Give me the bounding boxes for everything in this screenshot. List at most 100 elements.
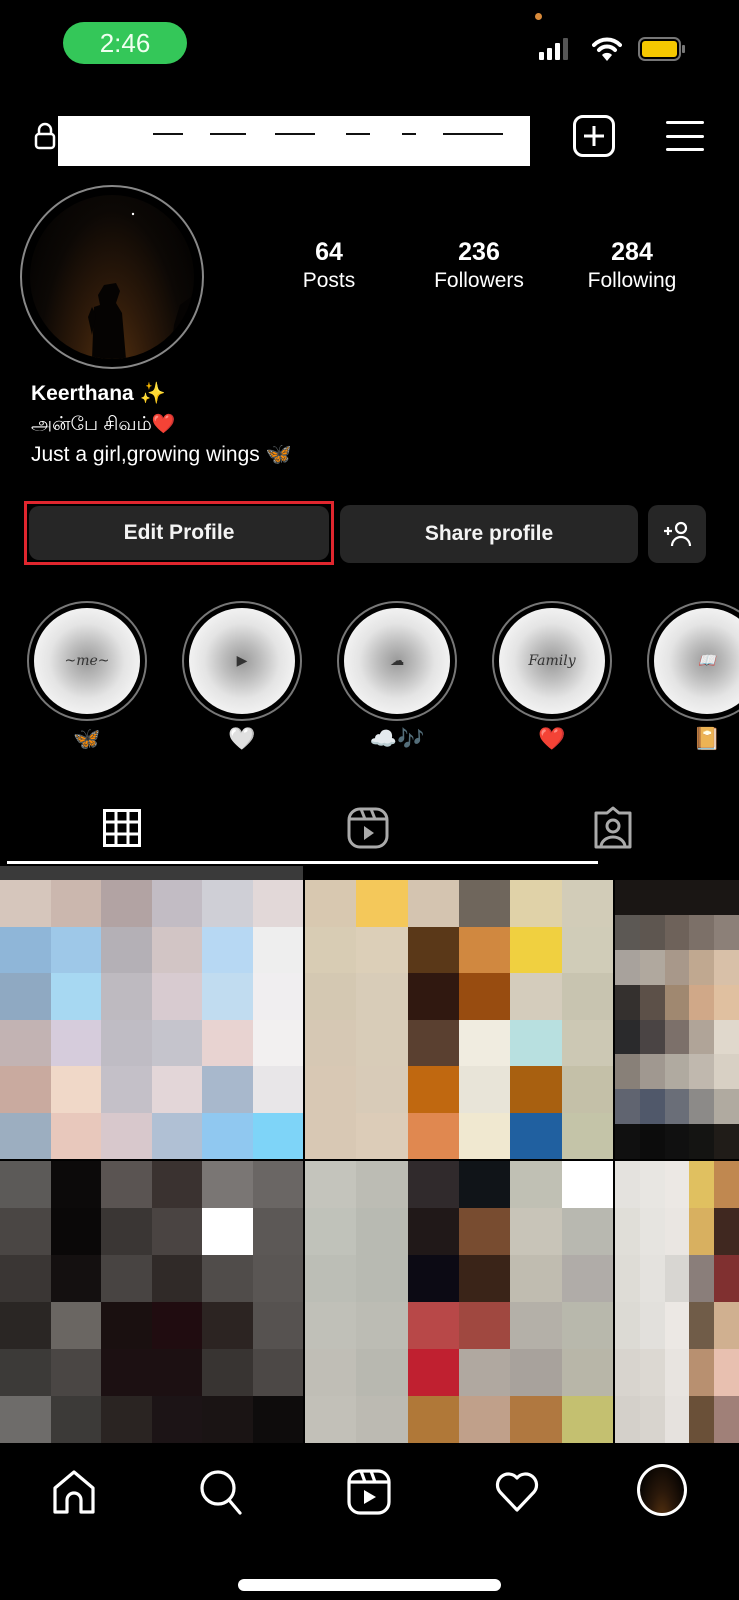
mosaic-cell [101,1019,152,1066]
mosaic-cell [664,1124,690,1159]
mosaic-cell [664,1019,690,1055]
mosaic-cell [714,1089,739,1125]
mosaic-cell [664,984,690,1020]
mosaic-cell [639,914,665,950]
story-highlight[interactable]: ☁ [337,601,457,721]
stat-followers[interactable]: 236 Followers [404,237,554,295]
mosaic-cell [305,1302,357,1349]
mosaic-cell [714,1208,739,1255]
mosaic-cell [0,880,51,927]
mosaic-cell [252,926,303,973]
mosaic-cell [714,914,739,950]
mosaic-cell [639,1089,665,1125]
mosaic-cell [356,1396,408,1443]
tagged-tab-icon[interactable] [592,806,634,850]
bio-line-2: Just a girl,growing wings 🦋 [31,443,292,466]
mosaic-cell [664,1161,690,1208]
mosaic-cell [458,1349,511,1396]
mosaic-cell [0,1161,51,1208]
create-post-button[interactable] [573,115,615,157]
following-label: Following [587,269,677,292]
profile-avatar-icon[interactable] [637,1464,687,1516]
mosaic-cell [689,984,715,1020]
mosaic-cell [458,1208,511,1255]
story-highlight[interactable]: ▶ [182,601,302,721]
mosaic-cell [714,1302,739,1349]
mosaic-cell [714,949,739,985]
mosaic-cell [561,1255,613,1302]
home-icon[interactable] [50,1468,98,1516]
mosaic-cell [202,1396,253,1443]
mosaic-cell [305,1255,357,1302]
mosaic-cell [305,973,357,1020]
edit-profile-button[interactable]: Edit Profile [29,506,329,560]
mosaic-cell [714,1019,739,1055]
mosaic-cell [252,1066,303,1113]
mosaic-cell [305,1396,357,1443]
status-time: 2:46 [63,22,187,64]
mosaic-cell [0,1255,51,1302]
post-thumbnail[interactable] [615,880,739,1159]
heart-icon[interactable] [493,1468,541,1516]
mosaic-cell [510,1302,562,1349]
mosaic-cell [50,1112,101,1159]
hamburger-menu-icon[interactable] [666,121,704,151]
mosaic-cell [714,1255,739,1302]
mosaic-cell [510,973,562,1020]
reels-tab-icon[interactable] [347,807,389,849]
mosaic-cell [689,1054,715,1090]
mosaic-cell [561,1208,613,1255]
mosaic-cell [714,1054,739,1090]
mosaic-cell [407,880,459,927]
mosaic-cell [0,1066,51,1113]
mosaic-cell [0,1112,51,1159]
story-highlight[interactable]: Family [492,601,612,721]
username-redacted[interactable] [58,116,530,166]
post-thumbnail[interactable] [0,880,303,1159]
mosaic-cell [510,926,562,973]
search-icon[interactable] [197,1468,245,1516]
grid-tab-icon[interactable] [103,809,141,847]
mosaic-cell [101,1208,152,1255]
mosaic-cell [50,1161,101,1208]
highlight-label: ☁️🎶 [369,726,425,751]
mosaic-cell [151,1302,202,1349]
mosaic-cell [356,1302,408,1349]
mosaic-cell [561,1396,613,1443]
home-indicator[interactable] [238,1579,501,1591]
mosaic-cell [50,926,101,973]
mosaic-cell [615,880,640,915]
mosaic-cell [407,1349,459,1396]
mosaic-cell [561,1066,613,1113]
mosaic-cell [151,1349,202,1396]
mosaic-cell [561,1349,613,1396]
mosaic-cell [202,973,253,1020]
reels-icon[interactable] [345,1468,393,1516]
post-thumbnail[interactable] [0,1161,303,1443]
post-thumbnail[interactable] [305,1161,613,1443]
mosaic-cell [615,984,640,1020]
story-highlight[interactable]: ~me~ [27,601,147,721]
stat-posts[interactable]: 64 Posts [254,237,404,295]
stat-following[interactable]: 284 Following [557,237,707,295]
mosaic-cell [664,880,690,915]
profile-avatar[interactable] [20,185,204,369]
mosaic-cell [407,1208,459,1255]
add-person-button[interactable] [648,505,706,563]
mosaic-cell [151,1208,202,1255]
mosaic-cell [639,984,665,1020]
mosaic-cell [458,1066,511,1113]
mosaic-cell [615,914,640,950]
share-profile-button[interactable]: Share profile [340,505,638,563]
mosaic-cell [50,1208,101,1255]
mosaic-cell [615,1208,640,1255]
mosaic-cell [689,1019,715,1055]
story-highlight[interactable]: 📖 [647,601,739,721]
mosaic-cell [615,1302,640,1349]
mosaic-cell [664,1208,690,1255]
highlight-label: 🦋 [73,726,101,751]
mosaic-cell [151,1396,202,1443]
mosaic-cell [252,973,303,1020]
post-thumbnail[interactable] [305,880,613,1159]
post-thumbnail[interactable] [615,1161,739,1443]
